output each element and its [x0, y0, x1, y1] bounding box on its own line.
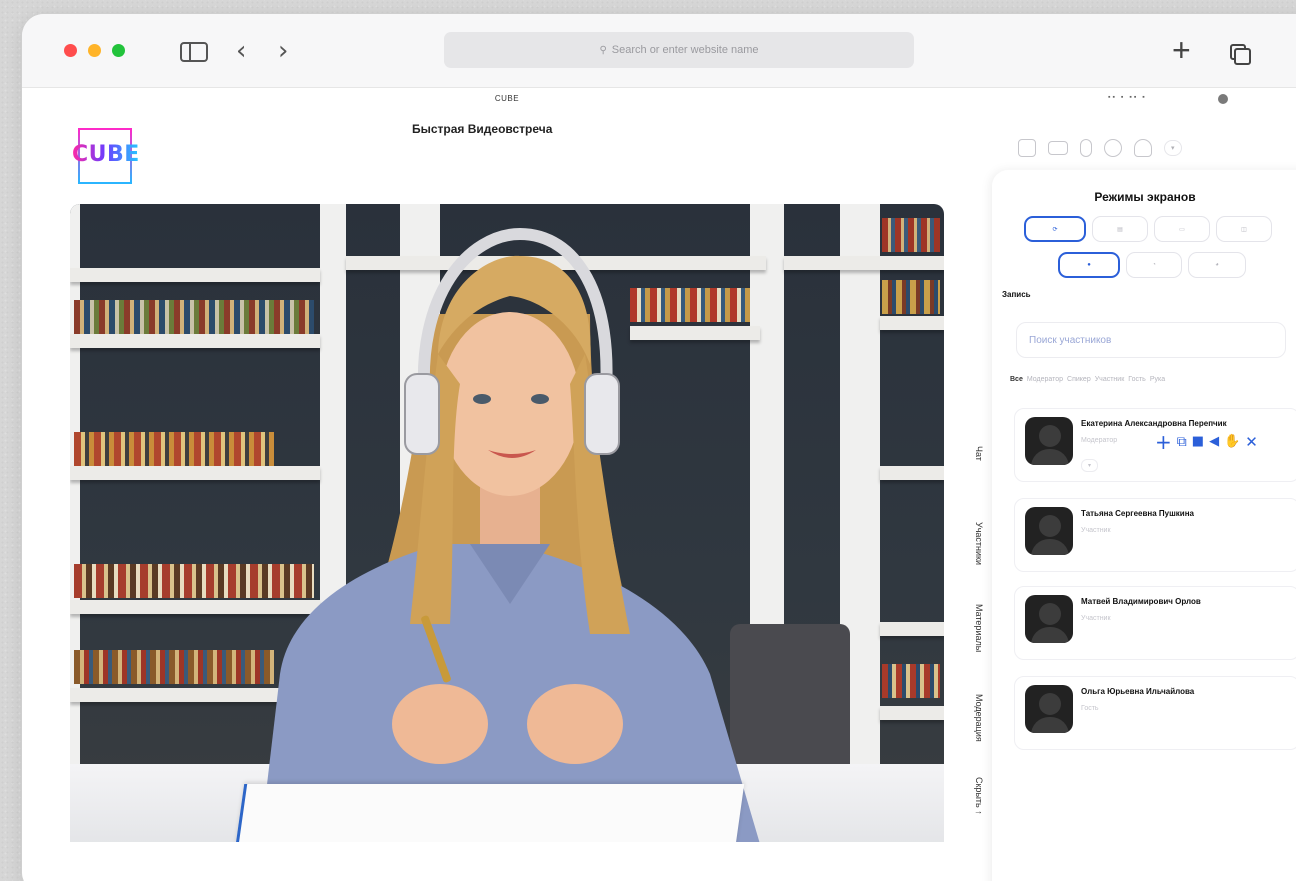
participant-role: Модератор — [1081, 437, 1118, 444]
avatar — [1025, 417, 1073, 465]
profile-icon[interactable] — [1218, 94, 1228, 104]
microphone-icon[interactable] — [1080, 139, 1092, 157]
avatar — [1025, 595, 1073, 643]
meeting-title: Быстрая Видеовстреча — [412, 122, 553, 136]
filter-moderator[interactable]: Модератор — [1027, 376, 1063, 383]
status-icons: ▪▪ ▪ ▪▪ ▪ — [1108, 94, 1147, 101]
screen-modes-panel: Режимы экранов ⟳ ▤ ▭ ◫ ● ◔ ◕ Запись Поис… — [992, 170, 1296, 881]
camera-icon[interactable] — [1048, 141, 1068, 155]
filter-all[interactable]: Все — [1010, 376, 1023, 383]
mode-board-button[interactable]: ◫ — [1216, 216, 1272, 242]
avatar — [1025, 507, 1073, 555]
participant-role: Участник — [1081, 527, 1111, 534]
participant-card[interactable]: Екатерина Александровна Перепчик Модерат… — [1014, 408, 1296, 482]
participant-role: Гость — [1081, 705, 1099, 712]
browser-toolbar: ‹ › ⚲ Search or enter website name + — [22, 14, 1296, 88]
speaker-icon[interactable]: ◀ — [1209, 433, 1219, 451]
side-tabs: Чат Участники Материалы Модерация Скрыть… — [968, 428, 990, 828]
filter-speaker[interactable]: Спикер — [1067, 376, 1091, 383]
mode-screen-button[interactable]: ▭ — [1154, 216, 1210, 242]
board-icon: ◫ — [1241, 226, 1247, 233]
participant-search-input[interactable]: Поиск участников — [1016, 322, 1286, 358]
cube-logo[interactable]: CUBE — [72, 128, 140, 184]
maximize-window-button[interactable] — [112, 44, 125, 57]
address-bar[interactable]: ⚲ Search or enter website name — [444, 32, 914, 68]
mode-single-button[interactable]: ● — [1058, 252, 1120, 278]
address-placeholder: Search or enter website name — [611, 44, 759, 56]
role-filters: Все Модератор Спикер Участник Гость Рука — [1010, 376, 1165, 383]
search-icon: ⚲ — [599, 44, 607, 56]
people-icon: ◔ — [1152, 262, 1156, 268]
mode-auto-button[interactable]: ⟳ — [1024, 216, 1086, 242]
participant-card[interactable]: Татьяна Сергеевна Пушкина Участник — [1014, 498, 1296, 572]
sidebar-toggle-icon[interactable] — [180, 42, 208, 62]
participant-card[interactable]: Матвей Владимирович Орлов Участник — [1014, 586, 1296, 660]
close-window-button[interactable] — [64, 44, 77, 57]
participant-card[interactable]: Ольга Юрьевна Ильчайлова Гость — [1014, 676, 1296, 750]
new-tab-icon[interactable]: + — [1172, 30, 1191, 70]
grid-icon: ◕ — [1215, 262, 1219, 268]
remove-icon[interactable]: ✕ — [1245, 433, 1258, 451]
participant-actions: + ⧉ ■ ◀ ✋ ✕ — [1155, 432, 1258, 452]
period-select[interactable]: ▾ — [1164, 140, 1182, 156]
auto-icon: ⟳ — [1052, 226, 1058, 233]
screen-share-icon[interactable]: ⧉ — [1177, 433, 1187, 451]
video-feed[interactable] — [70, 204, 944, 842]
mode-four-button[interactable]: ◕ — [1188, 252, 1246, 278]
page: CUBE ▪▪ ▪ ▪▪ ▪ CUBE Быстрая Видеовстреча — [22, 88, 1296, 881]
minimize-window-button[interactable] — [88, 44, 101, 57]
participant-name: Матвей Владимирович Орлов — [1081, 597, 1201, 606]
filter-guest[interactable]: Гость — [1128, 376, 1146, 383]
tab-moderation[interactable]: Модерация — [968, 678, 990, 758]
screen-icon: ▭ — [1179, 226, 1185, 233]
meeting-controls: ▾ — [1018, 136, 1182, 160]
panel-title: Режимы экранов — [1094, 190, 1196, 204]
browser-window: ‹ › ⚲ Search or enter website name + CUB… — [22, 14, 1296, 881]
role-select[interactable]: ▾ — [1081, 459, 1099, 472]
tile-icon: ▤ — [1117, 226, 1123, 233]
tab-chat[interactable]: Чат — [968, 428, 990, 478]
presenter-illustration — [260, 227, 760, 842]
tab-overview-icon[interactable] — [1230, 44, 1251, 65]
hand-icon[interactable]: ✋ — [1224, 433, 1240, 451]
camera-icon[interactable]: ■ — [1192, 433, 1204, 451]
record-label: Запись — [1002, 290, 1031, 299]
filter-participant[interactable]: Участник — [1095, 376, 1125, 383]
site-title: CUBE — [494, 94, 520, 103]
mode-tile-button[interactable]: ▤ — [1092, 216, 1148, 242]
avatar — [1025, 685, 1073, 733]
participant-name: Екатерина Александровна Перепчик — [1081, 419, 1227, 428]
add-icon[interactable]: + — [1155, 432, 1172, 452]
papers — [235, 784, 745, 842]
filter-hand[interactable]: Рука — [1150, 376, 1165, 383]
person-icon: ● — [1087, 262, 1091, 268]
clipboard-icon[interactable] — [1018, 139, 1036, 157]
tab-materials[interactable]: Материалы — [968, 588, 990, 668]
logo-text: CUBE — [72, 142, 140, 167]
participant-role: Участник — [1081, 615, 1111, 622]
participant-name: Ольга Юрьевна Ильчайлова — [1081, 687, 1195, 696]
chat-bubble-icon[interactable] — [1104, 139, 1122, 157]
participant-name: Татьяна Сергеевна Пушкина — [1081, 509, 1194, 518]
forward-icon[interactable]: › — [278, 36, 288, 66]
back-icon[interactable]: ‹ — [236, 36, 246, 66]
tab-hide[interactable]: Скрыть ↑ — [968, 766, 990, 826]
hand-icon[interactable] — [1134, 139, 1152, 157]
tab-participants[interactable]: Участники — [968, 508, 990, 578]
mode-two-button[interactable]: ◔ — [1126, 252, 1182, 278]
